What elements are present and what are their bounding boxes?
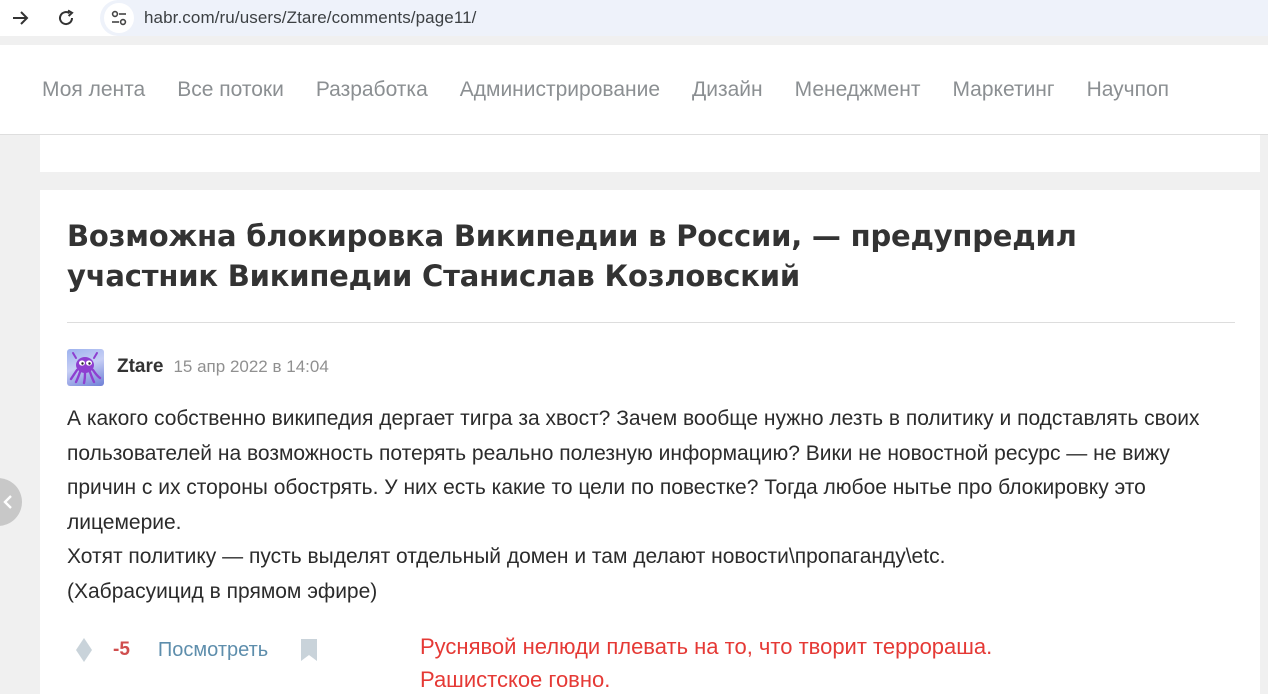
vote-diamond-icon[interactable] xyxy=(74,636,94,664)
arrow-right-icon xyxy=(13,11,29,25)
article-title-link[interactable]: Возможна блокировка Википедии в России, … xyxy=(67,216,1217,296)
comment-card: Возможна блокировка Википедии в России, … xyxy=(40,190,1260,694)
nav-item-4[interactable]: Администрирование xyxy=(460,78,660,102)
scroll-back-button[interactable] xyxy=(0,478,22,526)
browser-toolbar: habr.com/ru/users/Ztare/comments/page11/ xyxy=(0,0,1268,36)
tune-icon xyxy=(111,10,127,26)
nav-item-1[interactable]: Моя лента xyxy=(42,78,145,102)
habr-flows-nav: Моя лента Все потоки Разработка Администрир… xyxy=(0,45,1268,135)
comment-date[interactable]: 15 апр 2022 в 14:04 xyxy=(173,357,328,377)
reload-icon xyxy=(59,9,74,26)
address-bar[interactable]: habr.com/ru/users/Ztare/comments/page11/ xyxy=(100,0,1268,36)
overlay-text: Руснявой нелюди плевать на то, что твори… xyxy=(420,630,1240,694)
site-info-button[interactable] xyxy=(104,3,134,33)
comment-body: А какого собственно википедия дергает ти… xyxy=(67,402,1237,609)
octopus-avatar-icon xyxy=(69,351,102,384)
nav-item-8[interactable]: Научпоп xyxy=(1087,78,1169,102)
comment-score: -5 xyxy=(113,639,130,660)
overlay-text-line: Рашистское говно. xyxy=(420,667,611,692)
forward-button[interactable] xyxy=(6,4,34,32)
avatar[interactable] xyxy=(67,348,104,386)
divider xyxy=(67,322,1235,323)
chevron-left-icon xyxy=(3,495,12,509)
comment-meta: Ztare 15 апр 2022 в 14:04 xyxy=(67,348,329,386)
comment-actions: -5 Посмотреть xyxy=(74,632,320,668)
nav-item-3[interactable]: Разработка xyxy=(316,78,428,102)
reload-button[interactable] xyxy=(52,4,80,32)
comment-paragraph: А какого собственно википедия дергает ти… xyxy=(67,407,1200,534)
url-text[interactable]: habr.com/ru/users/Ztare/comments/page11/ xyxy=(144,8,477,28)
nav-item-2[interactable]: Все потоки xyxy=(177,78,284,102)
overlay-text-line: Руснявой нелюди плевать на то, что твори… xyxy=(420,634,993,659)
nav-item-6[interactable]: Менеджмент xyxy=(795,78,921,102)
bookmark-icon[interactable] xyxy=(298,637,320,663)
nav-item-5[interactable]: Дизайн xyxy=(692,78,763,102)
flows-list: Моя лента Все потоки Разработка Администрир… xyxy=(0,45,1268,135)
author-name[interactable]: Ztare xyxy=(117,356,163,378)
view-comment-link[interactable]: Посмотреть xyxy=(158,639,268,662)
comment-paragraph: Хотят политику — пусть выделят отдельный… xyxy=(67,545,946,568)
previous-comment-card xyxy=(40,135,1260,172)
comment-paragraph: (Хабрасуицид в прямом эфире) xyxy=(67,579,378,603)
nav-item-7[interactable]: Маркетинг xyxy=(952,78,1054,102)
